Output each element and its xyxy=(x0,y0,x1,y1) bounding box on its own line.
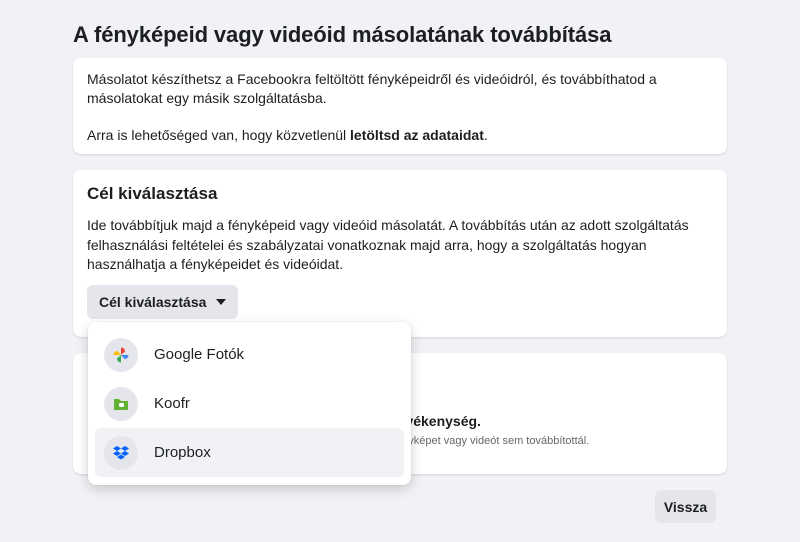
menu-item-label: Dropbox xyxy=(154,444,211,461)
intro-download-suffix: . xyxy=(483,127,488,143)
menu-item-label: Koofr xyxy=(154,395,190,412)
google-photos-icon xyxy=(104,337,138,372)
koofr-icon xyxy=(104,386,138,421)
activity-subtitle: fényképet vagy videót sem továbbítottál. xyxy=(393,435,590,447)
download-data-link[interactable]: letöltsd az adataidat xyxy=(350,127,484,143)
back-button[interactable]: Vissza xyxy=(655,490,716,523)
menu-item-dropbox[interactable]: Dropbox xyxy=(95,428,404,477)
caret-down-icon xyxy=(216,298,227,305)
intro-text: Másolatot készíthetsz a Facebookra feltö… xyxy=(87,71,657,106)
destination-heading: Cél kiválasztása xyxy=(87,184,218,203)
page-title: A fényképeid vagy videóid másolatának to… xyxy=(73,22,612,47)
destination-description: Ide továbbítjuk majd a fényképeid vagy v… xyxy=(87,217,689,272)
dropbox-icon xyxy=(104,435,138,470)
destination-card: Cél kiválasztása Ide továbbítjuk majd a … xyxy=(73,170,727,337)
intro-card: Másolatot készíthetsz a Facebookra feltö… xyxy=(73,58,727,154)
destination-select-button[interactable]: Cél kiválasztása xyxy=(87,284,239,319)
intro-download-prefix: Arra is lehetőséged van, hogy közvetlenü… xyxy=(87,127,351,143)
destination-dropdown-menu: Google Fotók Koofr Dropbox xyxy=(88,322,411,485)
intro-download-text: Arra is lehetőséged van, hogy közvetlenü… xyxy=(87,126,713,145)
menu-item-google-photos[interactable]: Google Fotók xyxy=(95,330,404,379)
menu-item-koofr[interactable]: Koofr xyxy=(95,379,404,428)
destination-select-label: Cél kiválasztása xyxy=(99,293,207,310)
menu-item-label: Google Fotók xyxy=(154,346,245,363)
